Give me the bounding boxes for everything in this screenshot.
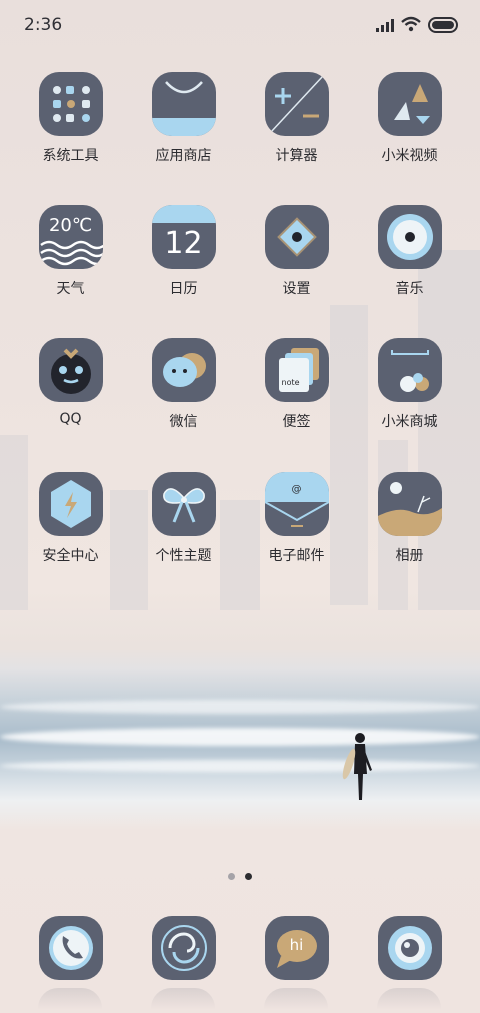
app-notes[interactable]: note 便签: [240, 338, 353, 431]
weather-icon: 20℃: [38, 205, 103, 269]
app-calculator[interactable]: 计算器: [240, 72, 353, 165]
app-label: 微信: [169, 414, 198, 430]
app-label: 相册: [395, 548, 424, 564]
video-icon: [377, 72, 442, 136]
notes-icon: note: [264, 338, 329, 402]
app-label: 小米商城: [381, 414, 438, 430]
app-label: 系统工具: [42, 148, 99, 164]
app-gallery[interactable]: 相册: [353, 472, 466, 565]
themes-icon: [151, 472, 216, 536]
battery-icon: [428, 17, 458, 33]
dock-reflection: [377, 988, 441, 1010]
camera-icon: [377, 916, 442, 980]
dock-phone[interactable]: [14, 916, 127, 980]
notes-text: note: [278, 358, 309, 392]
wifi-icon: [401, 16, 421, 32]
app-label: 设置: [282, 281, 311, 297]
app-label: QQ: [59, 411, 82, 427]
dock-camera[interactable]: [353, 916, 466, 980]
app-label: 应用商店: [155, 148, 212, 164]
messages-text: hi: [289, 936, 304, 954]
weather-temperature: 20℃: [48, 215, 93, 236]
calculator-icon: [264, 72, 329, 136]
page-dot-1[interactable]: [228, 873, 235, 880]
surfer-figure: [342, 733, 372, 800]
signal-icon: [376, 19, 394, 32]
app-email[interactable]: @ 电子邮件: [240, 472, 353, 565]
music-icon: [377, 205, 442, 269]
app-settings[interactable]: 设置: [240, 205, 353, 298]
app-qq[interactable]: QQ: [14, 338, 127, 427]
settings-icon: [264, 205, 329, 269]
gallery-icon: [377, 472, 442, 536]
browser-icon: [151, 916, 216, 980]
dock-messages[interactable]: hi: [240, 916, 353, 980]
app-label: 小米视频: [381, 148, 438, 164]
app-weather[interactable]: 20℃ 天气: [14, 205, 127, 298]
app-calendar[interactable]: 12 日历: [127, 205, 240, 298]
app-music[interactable]: 音乐: [353, 205, 466, 298]
app-label: 计算器: [275, 148, 318, 164]
app-label: 个性主题: [155, 548, 212, 564]
email-icon: @: [264, 472, 329, 536]
app-security[interactable]: 安全中心: [14, 472, 127, 565]
phone-icon: [38, 916, 103, 980]
page-dot-2[interactable]: [245, 873, 252, 880]
app-label: 便签: [282, 414, 311, 430]
dock-reflection: [264, 988, 328, 1010]
email-at-sign: @: [291, 484, 302, 495]
app-app-store[interactable]: 应用商店: [127, 72, 240, 165]
app-mi-store[interactable]: 小米商城: [353, 338, 466, 431]
tools-folder-icon: [38, 72, 103, 136]
app-label: 日历: [169, 281, 198, 297]
calendar-day: 12: [164, 226, 203, 261]
dock-browser[interactable]: [127, 916, 240, 980]
messages-icon: hi: [264, 916, 329, 980]
app-label: 天气: [56, 281, 85, 297]
dock-reflection: [151, 988, 215, 1010]
shopping-bag-icon: [151, 72, 216, 136]
app-label: 安全中心: [42, 548, 99, 564]
app-themes[interactable]: 个性主题: [127, 472, 240, 565]
status-time: 2:36: [24, 15, 63, 35]
app-label: 电子邮件: [268, 548, 325, 564]
qq-icon: [38, 338, 103, 402]
calendar-icon: 12: [151, 205, 216, 269]
mi-store-icon: [377, 338, 442, 402]
app-system-tools[interactable]: 系统工具: [14, 72, 127, 165]
app-mi-video[interactable]: 小米视频: [353, 72, 466, 165]
dock-reflection: [38, 988, 102, 1010]
app-label: 音乐: [395, 281, 424, 297]
app-wechat[interactable]: 微信: [127, 338, 240, 431]
security-icon: [38, 472, 103, 536]
wechat-icon: [151, 338, 216, 402]
status-bar: 2:36: [0, 0, 480, 52]
